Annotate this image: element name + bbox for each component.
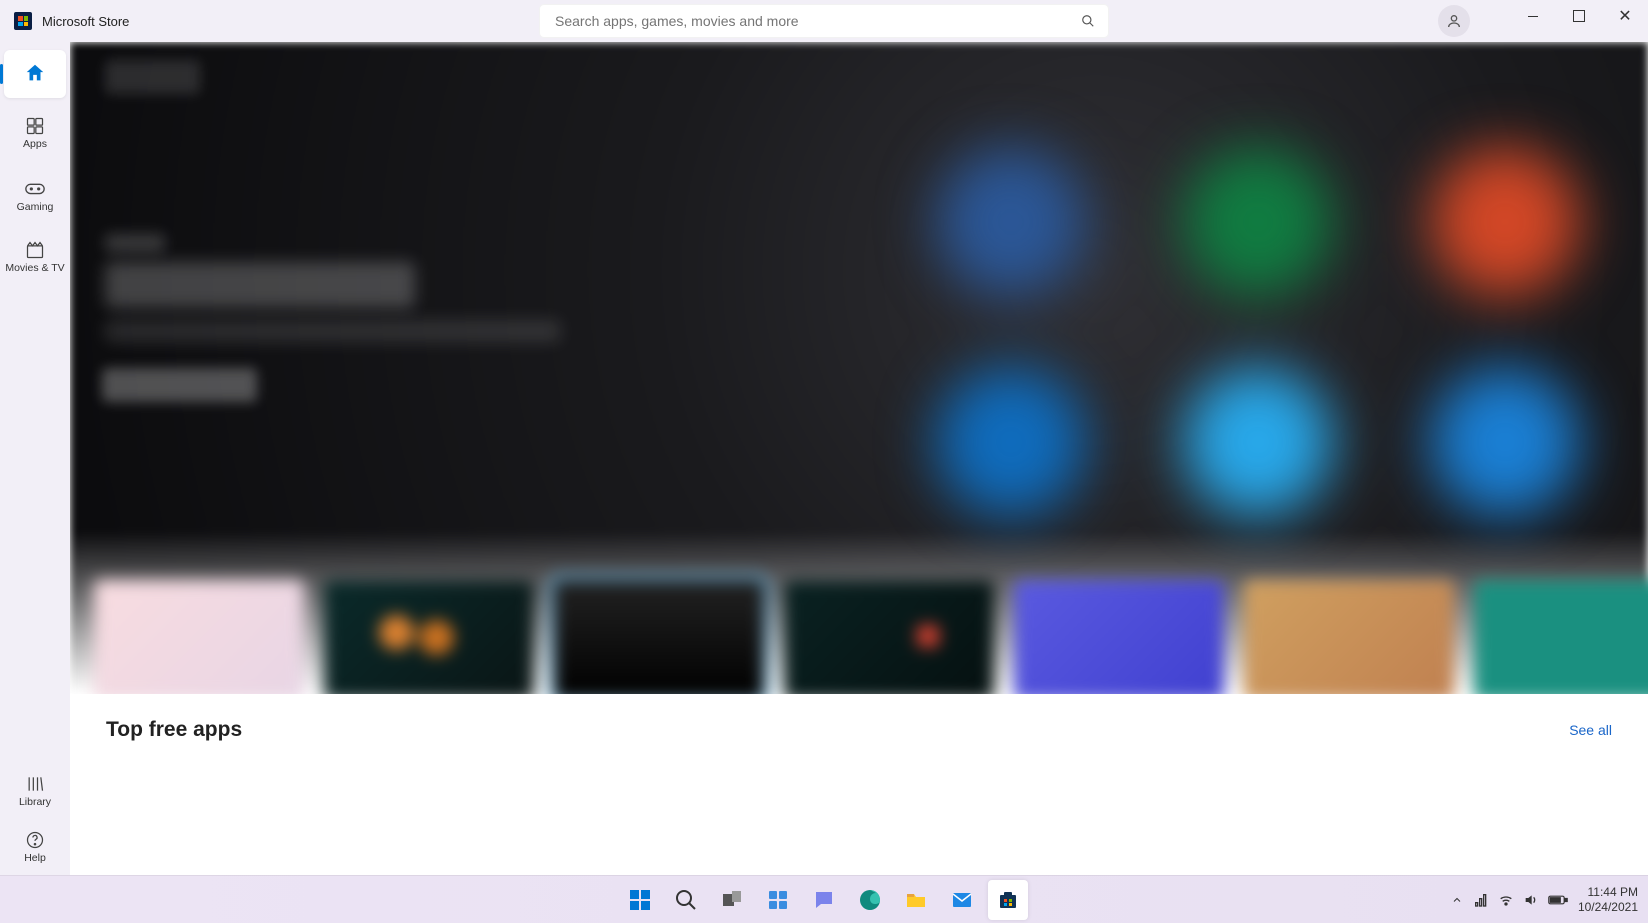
excel-icon [1183,147,1333,297]
sidebar-item-label: Apps [23,138,47,150]
clock-time: 11:44 PM [1578,885,1638,899]
profile-button[interactable] [1438,5,1470,37]
section-title: Top free apps [106,718,242,742]
tray-icon[interactable] [1473,892,1489,908]
spotlight-thumb-selected[interactable] [554,580,764,694]
editor-icon [1430,367,1580,517]
search-box[interactable] [539,4,1109,38]
taskbar: 11:44 PM 10/24/2021 [0,875,1648,923]
sidebar-item-gaming[interactable]: Gaming [4,166,66,224]
spotlight-thumb[interactable] [1474,580,1648,694]
maximize-button[interactable] [1556,0,1602,32]
clock[interactable]: 11:44 PM 10/24/2021 [1578,885,1638,914]
spotlight-thumb[interactable] [324,580,534,694]
file-explorer-button[interactable] [896,880,936,920]
sidebar-item-apps[interactable]: Apps [4,104,66,162]
hero-subtitle [105,320,560,342]
hero-cta-button[interactable] [102,368,257,402]
help-icon [25,830,45,850]
search-input[interactable] [553,12,1081,30]
sidebar-item-label: Help [24,852,46,864]
wifi-icon[interactable] [1498,892,1514,908]
main-content: Top free apps See all [70,42,1648,875]
see-all-link[interactable]: See all [1569,722,1612,738]
sidebar-item-movies-tv[interactable]: Movies & TV [4,228,66,286]
clock-date: 10/24/2021 [1578,900,1638,914]
spotlight-thumb[interactable] [94,580,304,694]
onedrive-icon [1183,367,1333,517]
system-tray[interactable] [1473,892,1568,908]
sidebar-item-label: Gaming [17,201,54,213]
task-view-button[interactable] [712,880,752,920]
hero-app-icons [908,132,1608,532]
spotlight-thumb[interactable] [1014,580,1224,694]
sidebar-item-label: Library [19,796,51,808]
hero-badge [105,60,200,94]
sidebar-item-help[interactable]: Help [4,821,66,873]
taskbar-center [620,880,1028,920]
hero-title [105,262,415,308]
window-controls: ✕ [1510,0,1648,32]
movies-tv-icon [25,240,45,260]
sidebar: Apps Gaming Movies & TV Library Help [0,42,70,875]
volume-icon[interactable] [1523,892,1539,908]
search-icon [1081,14,1095,28]
store-app-icon [14,12,32,30]
edge-button[interactable] [850,880,890,920]
library-icon [25,774,45,794]
gaming-icon [24,177,46,199]
apps-icon [25,116,45,136]
spotlight-thumbnails [94,580,1648,694]
spotlight-thumb[interactable] [1244,580,1454,694]
powerpoint-icon [1430,147,1580,297]
sidebar-item-label: Movies & TV [5,262,64,274]
overflow-button[interactable] [1451,894,1463,906]
widgets-button[interactable] [758,880,798,920]
outlook-icon [936,367,1086,517]
sidebar-item-home[interactable] [4,50,66,98]
battery-icon[interactable] [1548,893,1568,907]
hero-spotlight[interactable] [70,42,1648,694]
spotlight-thumb[interactable] [784,580,994,694]
start-button[interactable] [620,880,660,920]
word-icon [936,147,1086,297]
mail-button[interactable] [942,880,982,920]
home-icon [24,62,46,84]
taskbar-right: 11:44 PM 10/24/2021 [1451,885,1638,914]
section-heading: Top free apps See all [70,694,1648,742]
sidebar-item-library[interactable]: Library [4,765,66,817]
app-title: Microsoft Store [42,14,129,29]
chat-button[interactable] [804,880,844,920]
close-button[interactable]: ✕ [1602,0,1648,32]
minimize-button[interactable] [1510,0,1556,32]
hero-eyebrow [105,234,165,252]
titlebar: Microsoft Store ✕ [0,0,1648,42]
store-taskbar-button[interactable] [988,880,1028,920]
taskbar-search-button[interactable] [666,880,706,920]
